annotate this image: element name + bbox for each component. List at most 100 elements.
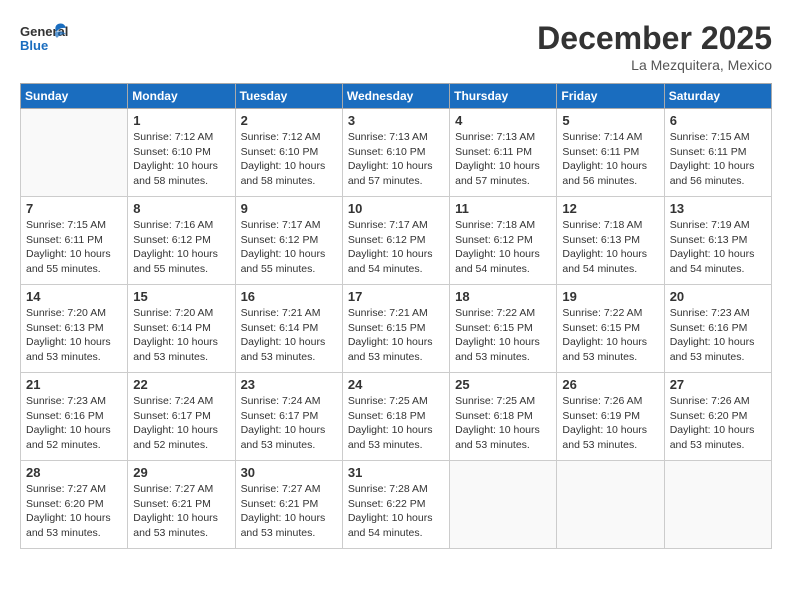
day-number: 30 [241,465,337,480]
day-number: 7 [26,201,122,216]
day-number: 25 [455,377,551,392]
day-number: 18 [455,289,551,304]
day-number: 13 [670,201,766,216]
cell-info: Sunrise: 7:21 AMSunset: 6:14 PMDaylight:… [241,306,337,365]
calendar-cell: 30 Sunrise: 7:27 AMSunset: 6:21 PMDayligh… [235,461,342,549]
cell-info: Sunrise: 7:18 AMSunset: 6:12 PMDaylight:… [455,218,551,277]
day-number: 2 [241,113,337,128]
calendar-cell: 14 Sunrise: 7:20 AMSunset: 6:13 PMDayligh… [21,285,128,373]
day-number: 28 [26,465,122,480]
cell-info: Sunrise: 7:21 AMSunset: 6:15 PMDaylight:… [348,306,444,365]
day-number: 27 [670,377,766,392]
calendar-cell: 2 Sunrise: 7:12 AMSunset: 6:10 PMDaylight… [235,109,342,197]
logo-icon: General Blue [20,20,68,60]
calendar-cell: 18 Sunrise: 7:22 AMSunset: 6:15 PMDayligh… [450,285,557,373]
calendar-week-row: 7 Sunrise: 7:15 AMSunset: 6:11 PMDaylight… [21,197,772,285]
cell-info: Sunrise: 7:20 AMSunset: 6:13 PMDaylight:… [26,306,122,365]
day-number: 24 [348,377,444,392]
logo: General Blue [20,20,68,60]
cell-info: Sunrise: 7:25 AMSunset: 6:18 PMDaylight:… [455,394,551,453]
calendar-week-row: 1 Sunrise: 7:12 AMSunset: 6:10 PMDaylight… [21,109,772,197]
calendar-cell: 29 Sunrise: 7:27 AMSunset: 6:21 PMDayligh… [128,461,235,549]
day-number: 12 [562,201,658,216]
day-number: 14 [26,289,122,304]
day-number: 9 [241,201,337,216]
calendar-cell: 16 Sunrise: 7:21 AMSunset: 6:14 PMDayligh… [235,285,342,373]
calendar-cell: 28 Sunrise: 7:27 AMSunset: 6:20 PMDayligh… [21,461,128,549]
calendar-cell: 12 Sunrise: 7:18 AMSunset: 6:13 PMDayligh… [557,197,664,285]
weekday-header-tuesday: Tuesday [235,84,342,109]
calendar-cell [450,461,557,549]
day-number: 20 [670,289,766,304]
day-number: 4 [455,113,551,128]
cell-info: Sunrise: 7:17 AMSunset: 6:12 PMDaylight:… [348,218,444,277]
weekday-header-wednesday: Wednesday [342,84,449,109]
weekday-header-friday: Friday [557,84,664,109]
calendar-cell: 21 Sunrise: 7:23 AMSunset: 6:16 PMDayligh… [21,373,128,461]
weekday-header-saturday: Saturday [664,84,771,109]
day-number: 10 [348,201,444,216]
cell-info: Sunrise: 7:20 AMSunset: 6:14 PMDaylight:… [133,306,229,365]
weekday-header-thursday: Thursday [450,84,557,109]
calendar-cell: 31 Sunrise: 7:28 AMSunset: 6:22 PMDayligh… [342,461,449,549]
calendar-cell [664,461,771,549]
cell-info: Sunrise: 7:27 AMSunset: 6:21 PMDaylight:… [133,482,229,541]
day-number: 17 [348,289,444,304]
day-number: 16 [241,289,337,304]
day-number: 23 [241,377,337,392]
calendar-week-row: 14 Sunrise: 7:20 AMSunset: 6:13 PMDayligh… [21,285,772,373]
day-number: 19 [562,289,658,304]
cell-info: Sunrise: 7:24 AMSunset: 6:17 PMDaylight:… [241,394,337,453]
cell-info: Sunrise: 7:17 AMSunset: 6:12 PMDaylight:… [241,218,337,277]
cell-info: Sunrise: 7:15 AMSunset: 6:11 PMDaylight:… [26,218,122,277]
calendar-cell: 23 Sunrise: 7:24 AMSunset: 6:17 PMDayligh… [235,373,342,461]
cell-info: Sunrise: 7:12 AMSunset: 6:10 PMDaylight:… [133,130,229,189]
day-number: 8 [133,201,229,216]
calendar-cell: 10 Sunrise: 7:17 AMSunset: 6:12 PMDayligh… [342,197,449,285]
cell-info: Sunrise: 7:15 AMSunset: 6:11 PMDaylight:… [670,130,766,189]
day-number: 3 [348,113,444,128]
calendar-cell: 9 Sunrise: 7:17 AMSunset: 6:12 PMDaylight… [235,197,342,285]
day-number: 31 [348,465,444,480]
day-number: 26 [562,377,658,392]
calendar-week-row: 21 Sunrise: 7:23 AMSunset: 6:16 PMDayligh… [21,373,772,461]
cell-info: Sunrise: 7:19 AMSunset: 6:13 PMDaylight:… [670,218,766,277]
cell-info: Sunrise: 7:23 AMSunset: 6:16 PMDaylight:… [26,394,122,453]
calendar-cell: 1 Sunrise: 7:12 AMSunset: 6:10 PMDaylight… [128,109,235,197]
cell-info: Sunrise: 7:12 AMSunset: 6:10 PMDaylight:… [241,130,337,189]
calendar-cell: 15 Sunrise: 7:20 AMSunset: 6:14 PMDayligh… [128,285,235,373]
calendar-cell: 26 Sunrise: 7:26 AMSunset: 6:19 PMDayligh… [557,373,664,461]
cell-info: Sunrise: 7:18 AMSunset: 6:13 PMDaylight:… [562,218,658,277]
cell-info: Sunrise: 7:26 AMSunset: 6:20 PMDaylight:… [670,394,766,453]
calendar-cell: 5Sunrise: 7:14 AMSunset: 6:11 PMDaylight… [557,109,664,197]
day-number: 5 [562,113,658,128]
day-number: 11 [455,201,551,216]
cell-info: Sunrise: 7:27 AMSunset: 6:21 PMDaylight:… [241,482,337,541]
month-title: December 2025 [537,20,772,57]
calendar-table: SundayMondayTuesdayWednesdayThursdayFrid… [20,83,772,549]
calendar-cell: 24 Sunrise: 7:25 AMSunset: 6:18 PMDayligh… [342,373,449,461]
location: La Mezquitera, Mexico [537,57,772,73]
calendar-cell [21,109,128,197]
calendar-cell: 6 Sunrise: 7:15 AMSunset: 6:11 PMDaylight… [664,109,771,197]
calendar-cell: 7 Sunrise: 7:15 AMSunset: 6:11 PMDaylight… [21,197,128,285]
calendar-cell: 22Sunrise: 7:24 AMSunset: 6:17 PMDayligh… [128,373,235,461]
cell-info: Sunrise: 7:22 AMSunset: 6:15 PMDaylight:… [562,306,658,365]
cell-info: Sunrise: 7:22 AMSunset: 6:15 PMDaylight:… [455,306,551,365]
cell-info: Sunrise: 7:27 AMSunset: 6:20 PMDaylight:… [26,482,122,541]
weekday-header-sunday: Sunday [21,84,128,109]
cell-info: Sunrise: 7:26 AMSunset: 6:19 PMDaylight:… [562,394,658,453]
calendar-cell: 25 Sunrise: 7:25 AMSunset: 6:18 PMDayligh… [450,373,557,461]
cell-info: Sunrise: 7:13 AMSunset: 6:10 PMDaylight:… [348,130,444,189]
day-number: 15 [133,289,229,304]
weekday-header-row: SundayMondayTuesdayWednesdayThursdayFrid… [21,84,772,109]
day-number: 1 [133,113,229,128]
cell-info: Sunrise: 7:28 AMSunset: 6:22 PMDaylight:… [348,482,444,541]
day-number: 29 [133,465,229,480]
title-block: December 2025 La Mezquitera, Mexico [537,20,772,73]
calendar-cell: 17 Sunrise: 7:21 AMSunset: 6:15 PMDayligh… [342,285,449,373]
day-number: 6 [670,113,766,128]
day-number: 21 [26,377,122,392]
cell-info: Sunrise: 7:25 AMSunset: 6:18 PMDaylight:… [348,394,444,453]
cell-info: Sunrise: 7:16 AMSunset: 6:12 PMDaylight:… [133,218,229,277]
